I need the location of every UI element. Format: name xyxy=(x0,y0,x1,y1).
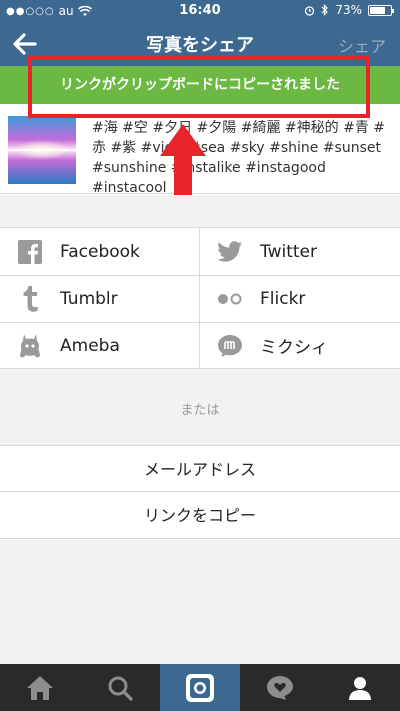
photo-thumbnail xyxy=(8,116,76,184)
tab-camera[interactable] xyxy=(160,664,240,711)
share-mixi[interactable]: ミクシィ xyxy=(200,322,400,369)
section-spacer xyxy=(0,195,400,227)
activity-icon xyxy=(267,675,293,700)
camera-icon xyxy=(186,673,214,702)
battery-icon xyxy=(368,4,394,16)
ameba-icon xyxy=(16,332,44,360)
share-options-grid: Facebook Twitter Tumblr Flickr Ameba ミクシ… xyxy=(0,227,400,370)
share-ameba[interactable]: Ameba xyxy=(0,322,200,369)
tab-bar xyxy=(0,664,400,711)
copy-link-button[interactable]: リンクをコピー xyxy=(0,492,400,539)
home-icon xyxy=(27,675,53,700)
status-bar: ●●○○○ au 16:40 73% xyxy=(0,0,400,22)
tab-profile[interactable] xyxy=(320,664,400,711)
share-option-label: Flickr xyxy=(260,288,306,309)
annotation-highlight-box xyxy=(28,56,370,118)
empty-background xyxy=(0,540,400,664)
battery-percent: 73% xyxy=(335,3,362,17)
tumblr-icon xyxy=(16,285,44,313)
or-separator: または xyxy=(0,369,400,445)
tab-search[interactable] xyxy=(80,664,160,711)
or-label: または xyxy=(180,403,220,418)
share-option-label: Twitter xyxy=(260,241,317,262)
profile-icon xyxy=(349,676,371,700)
facebook-icon xyxy=(16,238,44,266)
share-facebook[interactable]: Facebook xyxy=(0,228,200,275)
share-option-label: ミクシィ xyxy=(260,338,328,358)
share-tumblr[interactable]: Tumblr xyxy=(0,275,200,322)
share-button[interactable]: シェア xyxy=(338,33,386,57)
search-icon xyxy=(108,676,133,701)
share-twitter[interactable]: Twitter xyxy=(200,228,400,275)
battery-level xyxy=(370,6,385,14)
flickr-icon xyxy=(216,285,244,313)
email-share-button[interactable]: メールアドレス xyxy=(0,445,400,492)
alarm-icon xyxy=(305,5,315,16)
share-option-label: Ameba xyxy=(60,335,120,356)
caption-hashtags: #海 #空 #夕日 #夕陽 #綺麗 #神秘的 #青 #赤 #紫 #view #s… xyxy=(92,120,385,196)
mixi-icon xyxy=(216,332,244,360)
share-option-label: Tumblr xyxy=(60,288,118,309)
share-flickr[interactable]: Flickr xyxy=(200,275,400,322)
bluetooth-icon xyxy=(321,4,329,16)
twitter-icon xyxy=(216,238,244,266)
tab-home[interactable] xyxy=(0,664,80,711)
share-option-label: Facebook xyxy=(60,241,140,262)
tab-activity[interactable] xyxy=(240,664,320,711)
